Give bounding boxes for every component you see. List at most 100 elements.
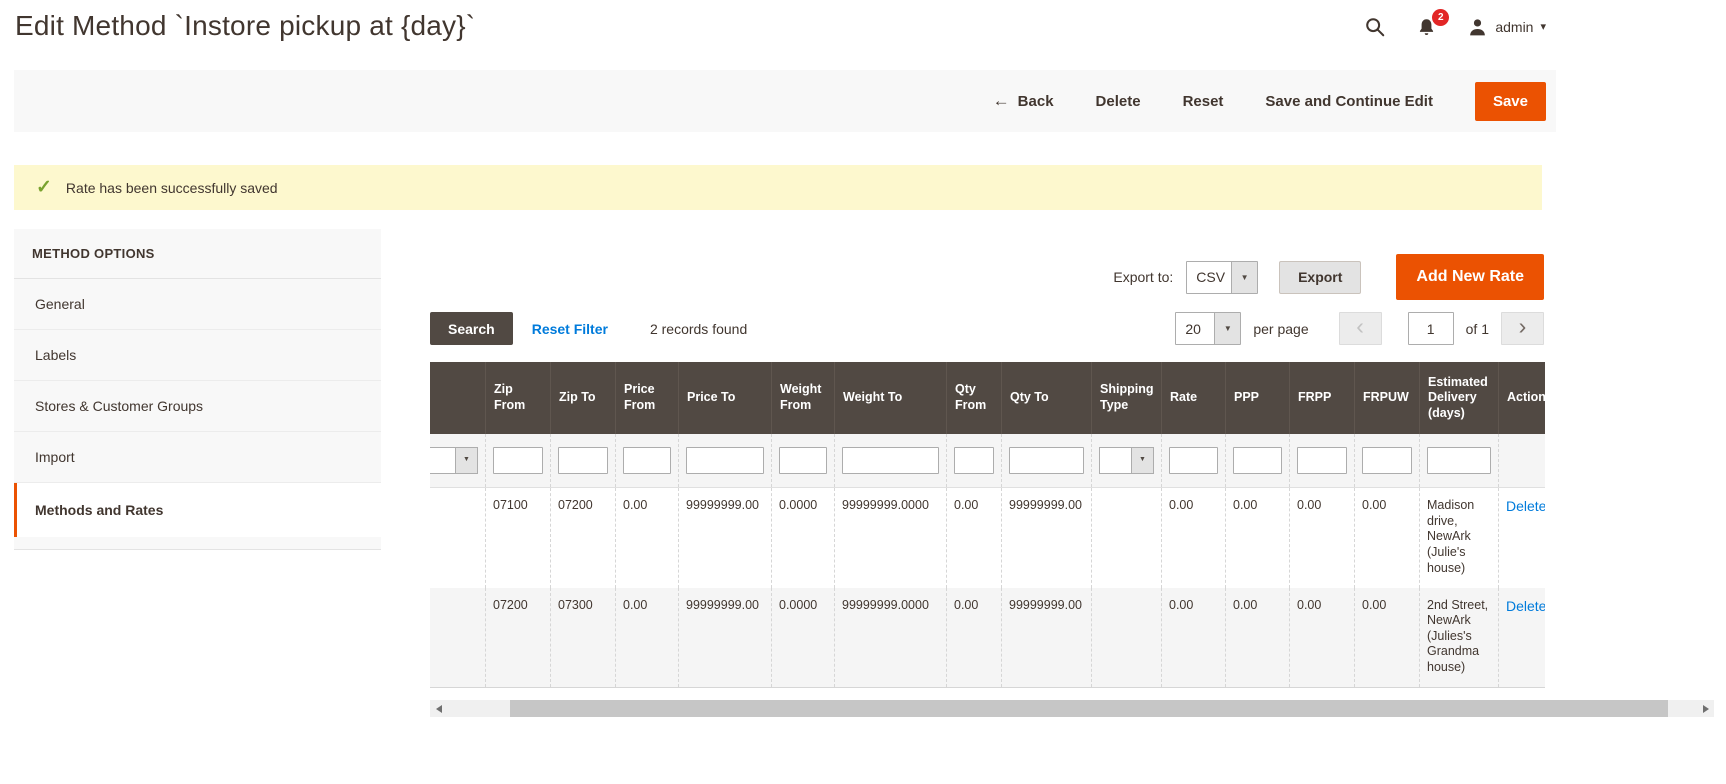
cell-price-to: 99999999.00 — [679, 488, 772, 588]
filter-input-qty-from[interactable] — [954, 447, 994, 474]
chevron-left-icon: ‹ — [1356, 315, 1364, 338]
admin-menu[interactable]: admin ▾ — [1467, 17, 1546, 38]
global-search-button[interactable] — [1364, 16, 1386, 38]
horizontal-scrollbar[interactable] — [430, 700, 1714, 717]
filter-input-price-to[interactable] — [686, 447, 764, 474]
filter-input-estimated-delivery[interactable] — [1427, 447, 1491, 474]
method-options-sidebar: METHOD OPTIONS General Labels Stores & C… — [14, 229, 381, 550]
column-header-qty-to[interactable]: Qty To — [1002, 362, 1092, 434]
save-button[interactable]: Save — [1475, 82, 1546, 121]
table-row[interactable]: 07100 07200 0.00 99999999.00 0.0000 9999… — [430, 488, 1545, 588]
search-row: Search Reset Filter 2 records found 20 ▼… — [430, 312, 1714, 345]
scroll-right-arrow-icon[interactable] — [1697, 700, 1714, 717]
sidebar-title: METHOD OPTIONS — [14, 229, 381, 279]
sidebar-item-stores-customer-groups[interactable]: Stores & Customer Groups — [14, 381, 381, 432]
export-format-select[interactable]: CSV ▼ — [1186, 261, 1258, 294]
per-page-label: per page — [1253, 321, 1308, 337]
column-header-estimated-delivery[interactable]: Estimated Delivery (days) — [1420, 362, 1499, 434]
filter-input-price-from[interactable] — [623, 447, 671, 474]
cell-zip-from: 07200 — [486, 588, 551, 688]
scroll-left-arrow-icon[interactable] — [430, 700, 447, 717]
cell-qty-to: 99999999.00 — [1002, 588, 1092, 688]
sidebar-item-import[interactable]: Import — [14, 432, 381, 483]
column-header-state[interactable]: State — [430, 362, 486, 434]
previous-page-button[interactable]: ‹ — [1339, 312, 1382, 345]
sidebar-item-general[interactable]: General — [14, 279, 381, 330]
filter-input-frpuw[interactable] — [1362, 447, 1412, 474]
search-button[interactable]: Search — [430, 312, 513, 345]
checkmark-icon: ✓ — [36, 178, 52, 197]
delete-button[interactable]: Delete — [1096, 93, 1141, 110]
chevron-right-icon: › — [1519, 315, 1527, 338]
cell-estimated-delivery: 2nd Street, NewArk (Julies's Grandma hou… — [1420, 588, 1499, 688]
user-icon — [1467, 17, 1488, 38]
cell-qty-from: 0.00 — [947, 488, 1002, 588]
save-and-continue-button[interactable]: Save and Continue Edit — [1265, 93, 1433, 110]
cell-frpuw: 0.00 — [1355, 488, 1420, 588]
search-icon — [1364, 16, 1386, 38]
column-header-frpp[interactable]: FRPP — [1290, 362, 1355, 434]
filter-input-weight-from[interactable] — [779, 447, 827, 474]
filter-input-ppp[interactable] — [1233, 447, 1282, 474]
add-new-rate-button[interactable]: Add New Rate — [1396, 254, 1544, 300]
cell-zip-to: 07300 — [551, 588, 616, 688]
filter-input-qty-to[interactable] — [1009, 447, 1084, 474]
export-to-label: Export to: — [1113, 269, 1173, 285]
sidebar-item-labels[interactable]: Labels — [14, 330, 381, 381]
back-button[interactable]: ← Back — [993, 91, 1054, 111]
next-page-button[interactable]: › — [1501, 312, 1544, 345]
cell-rate: 0.00 — [1162, 488, 1226, 588]
export-format-value: CSV — [1196, 269, 1225, 285]
column-header-zip-to[interactable]: Zip To — [551, 362, 616, 434]
delete-rate-link[interactable]: Delete — [1506, 498, 1545, 514]
column-header-price-from[interactable]: Price From — [616, 362, 679, 434]
export-button[interactable]: Export — [1279, 261, 1361, 294]
reset-filter-link[interactable]: Reset Filter — [532, 321, 608, 337]
column-header-frpuw[interactable]: FRPUW — [1355, 362, 1420, 434]
content: METHOD OPTIONS General Labels Stores & C… — [14, 229, 1726, 717]
delete-rate-link[interactable]: Delete — [1506, 598, 1545, 614]
column-header-weight-from[interactable]: Weight From — [772, 362, 835, 434]
notification-badge: 2 — [1432, 9, 1449, 26]
pagination-controls: 20 ▼ per page ‹ of 1 › — [1175, 312, 1544, 345]
column-header-zip-from[interactable]: Zip From — [486, 362, 551, 434]
filter-input-zip-to[interactable] — [558, 447, 608, 474]
filter-row: ▼ — [430, 434, 1545, 488]
action-toolbar: ← Back Delete Reset Save and Continue Ed… — [14, 70, 1556, 132]
column-header-shipping-type[interactable]: Shipping Type — [1092, 362, 1162, 434]
column-header-action: Action — [1499, 362, 1546, 434]
table-row[interactable]: 07200 07300 0.00 99999999.00 0.0000 9999… — [430, 588, 1545, 688]
shipping-type-filter-select[interactable]: ▼ — [1099, 447, 1154, 474]
cell-weight-from: 0.0000 — [772, 588, 835, 688]
column-header-qty-from[interactable]: Qty From — [947, 362, 1002, 434]
notifications-button[interactable]: 2 — [1416, 17, 1437, 38]
filter-input-frpp[interactable] — [1297, 447, 1347, 474]
column-header-price-to[interactable]: Price To — [679, 362, 772, 434]
app: Edit Method `Instore pickup at {day}` — [0, 0, 1726, 717]
chevron-down-icon: ▼ — [1131, 448, 1153, 473]
column-header-rate[interactable]: Rate — [1162, 362, 1226, 434]
cell-ppp: 0.00 — [1226, 488, 1290, 588]
sidebar-item-methods-and-rates[interactable]: Methods and Rates — [14, 483, 381, 537]
rates-table-viewport: State Zip From Zip To Price From Price T… — [430, 362, 1545, 688]
column-header-weight-to[interactable]: Weight To — [835, 362, 947, 434]
reset-button[interactable]: Reset — [1183, 93, 1224, 110]
cell-weight-from: 0.0000 — [772, 488, 835, 588]
current-page-input[interactable] — [1408, 312, 1454, 345]
filter-input-weight-to[interactable] — [842, 447, 939, 474]
column-header-ppp[interactable]: PPP — [1226, 362, 1290, 434]
success-message-text: Rate has been successfully saved — [66, 180, 278, 196]
page-title: Edit Method `Instore pickup at {day}` — [15, 10, 475, 42]
cell-estimated-delivery: Madison drive, NewArk (Julie's house) — [1420, 488, 1499, 588]
cell-price-to: 99999999.00 — [679, 588, 772, 688]
cell-frpp: 0.00 — [1290, 588, 1355, 688]
scrollbar-thumb[interactable] — [510, 700, 1668, 717]
filter-input-rate[interactable] — [1169, 447, 1218, 474]
page-size-select[interactable]: 20 ▼ — [1175, 312, 1241, 345]
success-message: ✓ Rate has been successfully saved — [14, 165, 1542, 210]
state-filter-select[interactable]: ▼ — [430, 447, 478, 474]
cell-weight-to: 99999999.0000 — [835, 588, 947, 688]
filter-input-zip-from[interactable] — [493, 447, 543, 474]
cell-frpp: 0.00 — [1290, 488, 1355, 588]
cell-zip-to: 07200 — [551, 488, 616, 588]
